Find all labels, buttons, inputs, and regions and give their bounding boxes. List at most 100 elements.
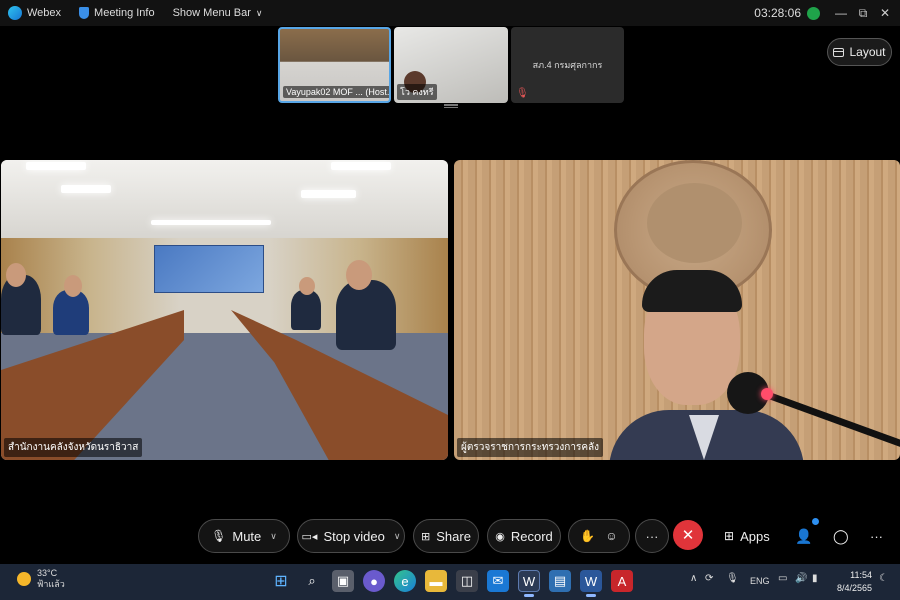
seal-emblem xyxy=(647,183,742,263)
store-icon[interactable]: ◫ xyxy=(456,570,478,592)
connection-status-icon xyxy=(807,6,820,20)
chevron-down-icon: ∨ xyxy=(270,530,277,541)
record-button[interactable]: ◉ Record xyxy=(487,519,561,553)
clock-date: 8/4/2565 xyxy=(836,583,872,593)
task-view-icon[interactable]: ▣ xyxy=(332,570,354,592)
apps-icon: ⊞ xyxy=(724,529,735,543)
chevron-up-icon[interactable]: ∧ xyxy=(690,573,697,584)
active-app-indicator xyxy=(586,594,596,597)
person-head xyxy=(299,277,315,295)
teams-chat-icon[interactable]: ● xyxy=(363,570,385,592)
muted-mic-icon: 🎙 xyxy=(516,88,529,99)
shield-icon xyxy=(79,7,90,19)
chat-button[interactable]: ◯ xyxy=(833,521,849,551)
stop-video-button[interactable]: ▭◂ Stop video ∨ xyxy=(297,519,405,553)
display-icon[interactable]: ▭ xyxy=(778,573,787,584)
more-options-button[interactable]: ··· xyxy=(635,519,669,553)
sun-icon xyxy=(17,572,31,586)
focus-assist-icon[interactable]: ☾ xyxy=(879,573,888,584)
participant-name: Vayupak02 MOF ... (Host...) xyxy=(283,86,389,98)
participant-name: โว คงทรี xyxy=(397,84,437,100)
weather-widget[interactable]: 33°C ฟ้าแล้ว xyxy=(17,568,65,590)
reactions-group: ✋ ☺ xyxy=(568,519,630,553)
clock-time: 11:54 xyxy=(850,570,872,580)
speaker-hair xyxy=(642,270,742,312)
thumbnail-strip-resize-handle[interactable] xyxy=(444,104,458,108)
record-icon: ◉ xyxy=(495,530,505,543)
close-window-button[interactable]: ✕ xyxy=(874,6,896,20)
person xyxy=(336,280,396,350)
refresh-icon[interactable]: ⟳ xyxy=(705,573,713,584)
person-head xyxy=(6,263,26,287)
ceiling-light xyxy=(151,220,271,225)
file-explorer-icon[interactable]: ▬ xyxy=(425,570,447,592)
active-app-indicator xyxy=(524,594,534,597)
chat-icon: ◯ xyxy=(833,527,849,544)
participant-name: สภ.4 กรมศุลกากร xyxy=(532,60,603,70)
end-call-button[interactable]: ✕ xyxy=(673,520,703,550)
meeting-info-label: Meeting Info xyxy=(94,7,155,19)
stop-video-label: Stop video xyxy=(323,528,385,544)
show-menu-bar-label: Show Menu Bar xyxy=(172,7,251,19)
participant-thumbnail-host[interactable]: Vayupak02 MOF ... (Host...) xyxy=(278,27,391,103)
scene-banner xyxy=(154,245,264,293)
overflow-menu-button[interactable]: ··· xyxy=(870,521,883,551)
video-label-left: สำนักงานคลังจังหวัดนราธิวาส xyxy=(4,438,143,457)
person-head xyxy=(346,260,372,290)
webex-logo-icon xyxy=(8,6,22,20)
person-head xyxy=(64,275,82,297)
mute-label: Mute xyxy=(232,528,262,544)
scene-ceiling xyxy=(1,160,448,238)
ceiling-light xyxy=(61,185,111,193)
mute-button[interactable]: 🎙 Mute ∨ xyxy=(198,519,290,553)
input-language[interactable]: ENG xyxy=(750,576,770,586)
record-label: Record xyxy=(510,528,553,544)
show-menu-bar-button[interactable]: Show Menu Bar ∨ xyxy=(173,7,263,19)
participant-thumbnail-2[interactable]: โว คงทรี xyxy=(394,27,508,103)
share-icon: ⊞ xyxy=(421,530,431,543)
layout-button[interactable]: Layout xyxy=(827,38,892,66)
share-label: Share xyxy=(436,528,471,544)
microphone-tray-icon[interactable]: 🎙 xyxy=(726,573,739,584)
raise-hand-icon[interactable]: ✋ xyxy=(580,529,595,543)
battery-icon[interactable]: ▮ xyxy=(812,573,818,584)
minimize-button[interactable]: — xyxy=(830,6,852,20)
app-name-label: Webex xyxy=(27,7,62,19)
system-clock[interactable]: 11:54 8/4/2565 xyxy=(828,569,872,595)
person xyxy=(291,290,321,330)
mail-icon[interactable]: ✉ xyxy=(487,570,509,592)
title-bar: Webex Meeting Info Show Menu Bar ∨ 03:28… xyxy=(0,0,900,26)
ceiling-light xyxy=(26,162,86,170)
chevron-down-icon: ∨ xyxy=(393,530,401,541)
participants-icon: 👤 xyxy=(795,527,813,544)
microphone-icon: 🎙 xyxy=(211,529,227,543)
word-icon[interactable]: W xyxy=(580,570,602,592)
share-button[interactable]: ⊞ Share xyxy=(413,519,479,553)
apps-button[interactable]: ⊞ Apps xyxy=(724,521,770,551)
video-tile-right[interactable]: ผู้ตรวจราชการกระทรวงการคลัง xyxy=(454,160,900,460)
remote-desktop-icon[interactable]: ▤ xyxy=(549,570,571,592)
elapsed-time: 03:28:06 xyxy=(754,6,801,20)
microphone-led xyxy=(761,388,773,400)
volume-icon[interactable]: 🔊 xyxy=(795,573,807,584)
restore-button[interactable]: ⧉ xyxy=(852,6,874,21)
emoji-icon[interactable]: ☺ xyxy=(605,529,617,543)
ceiling-light xyxy=(301,190,356,198)
meeting-info-button[interactable]: Meeting Info xyxy=(79,7,155,19)
participants-button[interactable]: 👤 xyxy=(795,521,812,551)
app-name: Webex xyxy=(8,6,61,20)
video-label-right: ผู้ตรวจราชการกระทรวงการคลัง xyxy=(457,438,604,457)
acrobat-icon[interactable]: A xyxy=(611,570,633,592)
ceiling-light xyxy=(331,162,391,170)
start-icon[interactable]: ⊞ xyxy=(270,570,292,592)
edge-browser-icon[interactable]: e xyxy=(394,570,416,592)
video-tile-left[interactable]: สำนักงานคลังจังหวัดนราธิวาส xyxy=(1,160,448,460)
layout-icon xyxy=(833,47,845,57)
webex-taskbar-icon[interactable]: W xyxy=(518,570,540,592)
apps-label: Apps xyxy=(740,528,770,544)
search-icon[interactable]: ⌕ xyxy=(301,570,323,592)
video-camera-icon: ▭◂ xyxy=(301,530,318,543)
temperature: 33°C xyxy=(37,568,58,578)
layout-label: Layout xyxy=(849,45,886,59)
participant-thumbnail-3[interactable]: สภ.4 กรมศุลกากร 🎙 xyxy=(511,27,624,103)
